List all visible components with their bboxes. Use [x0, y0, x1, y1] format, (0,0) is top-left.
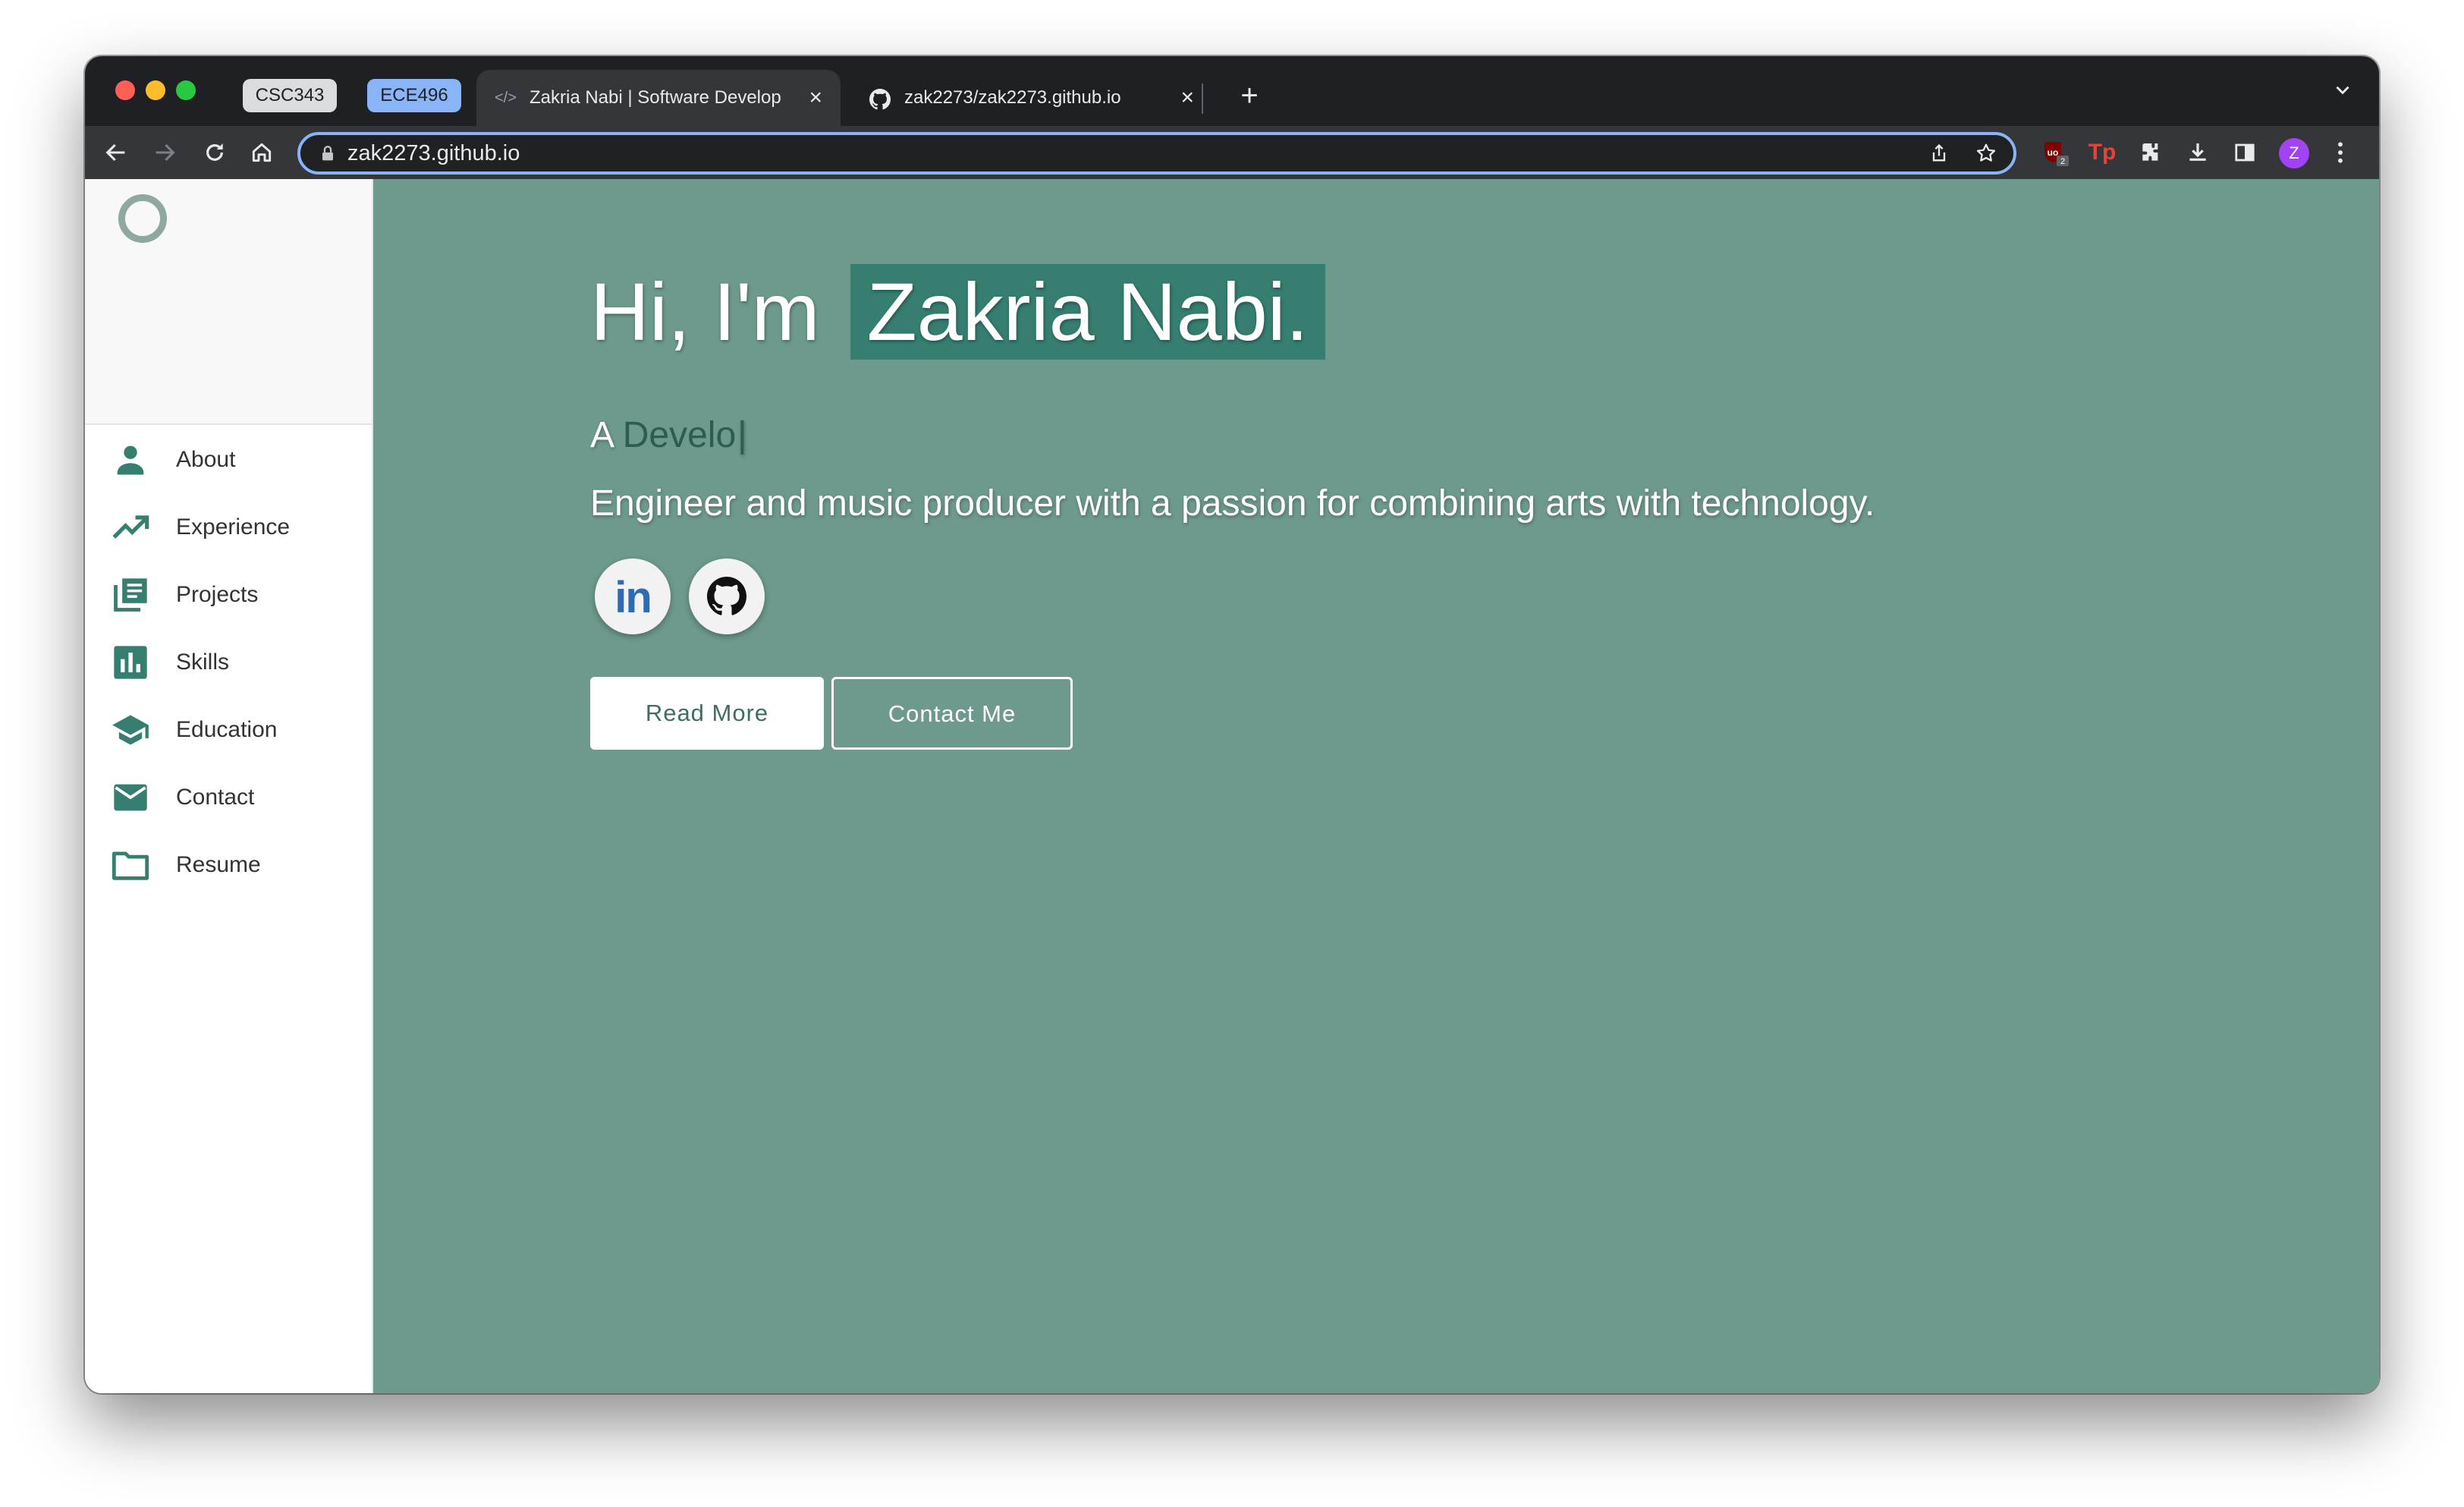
mail-icon: [111, 778, 150, 817]
reload-button[interactable]: [196, 134, 234, 171]
typing-line: A Develo|: [590, 414, 747, 456]
tab-divider: [1202, 83, 1203, 114]
close-tab-icon[interactable]: ×: [809, 70, 822, 126]
ublock-badge: 2: [2060, 157, 2065, 166]
tab-portfolio[interactable]: </> Zakria Nabi | Software Develop ×: [476, 70, 841, 126]
contact-me-button[interactable]: Contact Me: [831, 677, 1073, 750]
name-highlight: Zakria Nabi.: [850, 264, 1325, 360]
typed-text: Develo: [622, 415, 737, 455]
download-icon[interactable]: [2180, 135, 2215, 170]
linkedin-icon: in: [614, 573, 652, 622]
sidebar-item-label: About: [176, 447, 236, 472]
folder-icon: [111, 845, 150, 885]
sidebar-item-label: Skills: [176, 650, 230, 675]
greeting-text: Hi, I'm: [590, 266, 820, 357]
tab-strip: CSC343 ECE496 </> Zakria Nabi | Software…: [85, 56, 2379, 126]
close-window-button[interactable]: [115, 80, 135, 100]
sidebar-item-label: Contact: [176, 785, 255, 810]
hero-section: Hi, I'm Zakria Nabi. A Develo| Engineer …: [373, 179, 2379, 1393]
side-panel-icon[interactable]: [2227, 135, 2262, 170]
bar-chart-icon: [111, 643, 150, 682]
sidebar-item-label: Resume: [176, 852, 261, 877]
forward-button[interactable]: [146, 134, 184, 171]
sidebar-item-label: Experience: [176, 514, 291, 540]
back-button[interactable]: [97, 134, 135, 171]
home-button[interactable]: [243, 134, 281, 171]
tab-search-button[interactable]: [2327, 77, 2358, 108]
sidebar-item-label: Projects: [176, 582, 259, 607]
hero-heading: Hi, I'm Zakria Nabi.: [590, 264, 1325, 360]
sidebar-item-education[interactable]: Education: [85, 700, 372, 760]
extensions-puzzle-icon[interactable]: [2133, 135, 2168, 170]
lock-icon[interactable]: [317, 143, 338, 164]
library-books-icon: [111, 575, 150, 615]
tab-title: Zakria Nabi | Software Develop: [530, 87, 781, 108]
logo-ring-icon[interactable]: [118, 194, 167, 243]
browser-menu-icon[interactable]: [2323, 135, 2358, 170]
tp-extension-icon[interactable]: Tp: [2085, 135, 2120, 170]
sidebar-item-about[interactable]: About: [85, 429, 372, 490]
sidebar-item-skills[interactable]: Skills: [85, 632, 372, 693]
tab-title: zak2273/zak2273.github.io: [904, 87, 1121, 108]
browser-window: CSC343 ECE496 </> Zakria Nabi | Software…: [85, 56, 2379, 1393]
minimize-window-button[interactable]: [146, 80, 165, 100]
code-icon: </>: [495, 90, 517, 106]
person-icon: [111, 440, 150, 480]
read-more-button[interactable]: Read More: [590, 677, 824, 750]
url-text[interactable]: zak2273.github.io: [347, 135, 520, 171]
trending-up-icon: [111, 508, 150, 547]
sidebar-item-label: Education: [176, 717, 278, 742]
hero-tagline: Engineer and music producer with a passi…: [590, 483, 1875, 524]
profile-avatar[interactable]: Z: [2279, 138, 2309, 168]
new-tab-button[interactable]: +: [1230, 73, 1268, 118]
sidebar: About Experience Projects Skills Educati…: [85, 179, 373, 1393]
ublock-extension-icon[interactable]: uo 2: [2038, 135, 2073, 170]
web-page: About Experience Projects Skills Educati…: [85, 179, 2379, 1393]
address-bar[interactable]: zak2273.github.io: [297, 132, 2016, 175]
sidebar-item-experience[interactable]: Experience: [85, 497, 372, 558]
close-tab-icon[interactable]: ×: [1180, 70, 1194, 126]
github-icon: [869, 89, 891, 110]
github-icon: [707, 577, 746, 616]
sidebar-item-resume[interactable]: Resume: [85, 835, 372, 895]
browser-toolbar: zak2273.github.io uo 2 Tp Z: [85, 126, 2379, 179]
typing-prefix: A: [590, 415, 613, 455]
tab-group-ece496[interactable]: ECE496: [367, 79, 461, 112]
tab-group-csc343[interactable]: CSC343: [243, 79, 337, 112]
share-icon[interactable]: [1925, 140, 1953, 167]
svg-text:uo: uo: [2048, 147, 2059, 158]
typing-cursor: |: [737, 415, 747, 455]
linkedin-button[interactable]: in: [595, 558, 671, 634]
sidebar-item-contact[interactable]: Contact: [85, 767, 372, 828]
graduation-cap-icon: [111, 710, 150, 750]
sidebar-header: [85, 179, 372, 425]
github-button[interactable]: [689, 558, 765, 634]
zoom-window-button[interactable]: [176, 80, 196, 100]
sidebar-item-projects[interactable]: Projects: [85, 565, 372, 625]
bookmark-star-icon[interactable]: [1972, 140, 2000, 167]
tab-github-repo[interactable]: zak2273/zak2273.github.io ×: [851, 70, 1212, 126]
